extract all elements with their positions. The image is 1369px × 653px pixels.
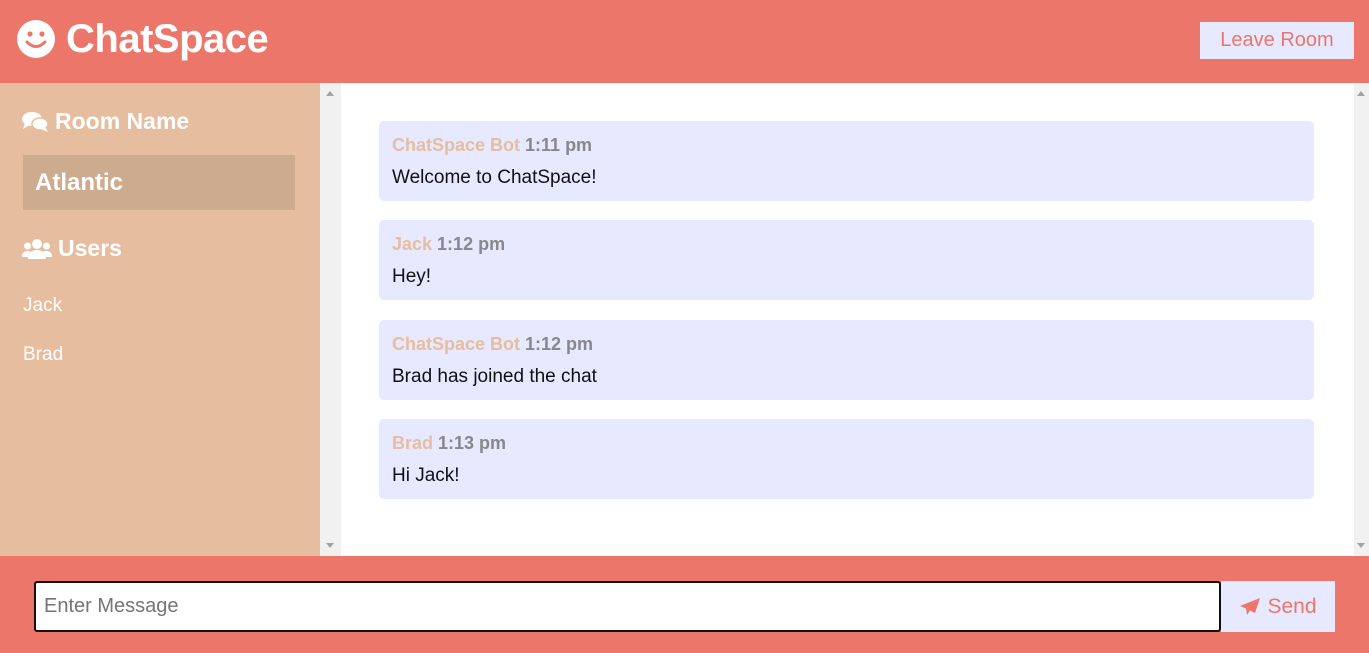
message-author: Jack — [392, 234, 433, 254]
sidebar: Room Name Atlantic Users Jack Brad — [0, 83, 320, 556]
message: Brad 1:13 pm Hi Jack! — [379, 419, 1314, 499]
sidebar-scrollbar[interactable] — [320, 83, 341, 556]
message-meta: Jack 1:12 pm — [392, 232, 1301, 256]
user-list-item: Brad — [23, 344, 64, 365]
message: ChatSpace Bot 1:12 pm Brad has joined the… — [379, 320, 1314, 400]
app-title: ChatSpace — [66, 16, 269, 61]
message-input[interactable] — [34, 581, 1221, 632]
message-time: 1:12 pm — [437, 234, 506, 254]
message-list: ChatSpace Bot 1:11 pm Welcome to ChatSpac… — [341, 83, 1354, 556]
message-meta: ChatSpace Bot 1:11 pm — [392, 133, 1301, 157]
message: Jack 1:12 pm Hey! — [379, 220, 1314, 300]
scroll-down-arrow-icon[interactable] — [326, 543, 334, 548]
message-text: Brad has joined the chat — [392, 366, 597, 387]
scroll-up-arrow-icon[interactable] — [326, 91, 334, 96]
users-icon — [22, 238, 58, 260]
message-text: Welcome to ChatSpace! — [392, 167, 597, 188]
scroll-down-arrow-icon[interactable] — [1357, 543, 1365, 548]
composer-bar: Send — [0, 556, 1369, 653]
header-bar: ChatSpace Leave Room — [0, 0, 1369, 83]
messages-scrollbar[interactable] — [1354, 83, 1369, 556]
users-heading: Users — [22, 235, 122, 262]
room-name-heading-label: Room Name — [55, 108, 190, 134]
user-list: Jack Brad — [23, 293, 63, 391]
send-button[interactable]: Send — [1221, 581, 1335, 632]
room-name: Atlantic — [23, 155, 295, 210]
message-meta: ChatSpace Bot 1:12 pm — [392, 332, 1301, 356]
message-author: ChatSpace Bot — [392, 135, 521, 155]
leave-room-button[interactable]: Leave Room — [1200, 22, 1354, 59]
paper-plane-icon — [1239, 597, 1267, 617]
users-heading-label: Users — [58, 235, 122, 261]
message-meta: Brad 1:13 pm — [392, 431, 1301, 455]
message-text: Hey! — [392, 266, 432, 287]
user-list-item: Jack — [23, 295, 63, 316]
chat-app: ChatSpace Leave Room Room Name Atlantic — [0, 0, 1369, 653]
message-time: 1:12 pm — [525, 334, 594, 354]
message-text: Hi Jack! — [392, 465, 460, 486]
room-name-heading: Room Name — [22, 108, 189, 135]
comments-icon — [22, 111, 55, 133]
message-time: 1:11 pm — [525, 135, 593, 155]
message-author: Brad — [392, 433, 434, 453]
send-button-label: Send — [1267, 594, 1317, 618]
smile-icon — [16, 19, 56, 59]
scroll-up-arrow-icon[interactable] — [1357, 91, 1365, 96]
message: ChatSpace Bot 1:11 pm Welcome to ChatSpac… — [379, 121, 1314, 201]
message-time: 1:13 pm — [438, 433, 507, 453]
message-author: ChatSpace Bot — [392, 334, 521, 354]
brand: ChatSpace — [16, 16, 269, 61]
